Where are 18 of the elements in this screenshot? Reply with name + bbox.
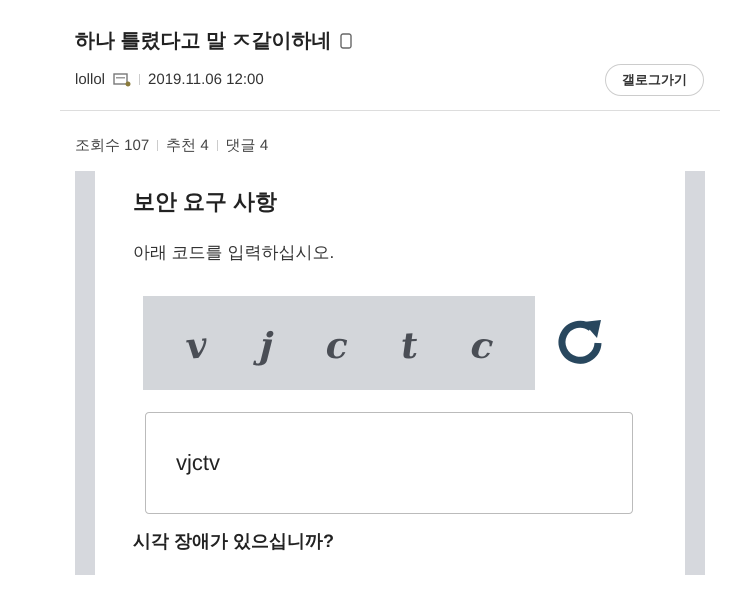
captcha-character: t: [398, 324, 420, 370]
author-name[interactable]: lollol: [75, 68, 106, 91]
captcha-character: c: [467, 323, 496, 370]
post-stat: 조회수 107: [75, 136, 150, 156]
gallery-button[interactable]: 갤로그가기: [605, 64, 704, 96]
dialog-heading: 보안 요구 사항: [133, 188, 278, 216]
captcha-character: c: [324, 324, 349, 370]
code-input-field[interactable]: vjctv: [145, 412, 633, 514]
post-stat: 댓글 4: [226, 136, 268, 156]
post-stat: 추천 4: [166, 136, 209, 156]
instruction-text: 아래 코드를 입력하십시오.: [133, 242, 336, 264]
post-title: 하나 틀렸다고 말 ㅈ같이하네: [75, 29, 332, 54]
gallog-icon: [113, 72, 132, 87]
post-date: 2019.11.06 12:00: [148, 70, 264, 90]
captcha-character: v: [182, 323, 210, 370]
captcha-character: j: [252, 320, 280, 372]
visual-impairment-question: 시각 장애가 있으십니까?: [133, 530, 335, 552]
mobile-icon: [340, 33, 352, 49]
